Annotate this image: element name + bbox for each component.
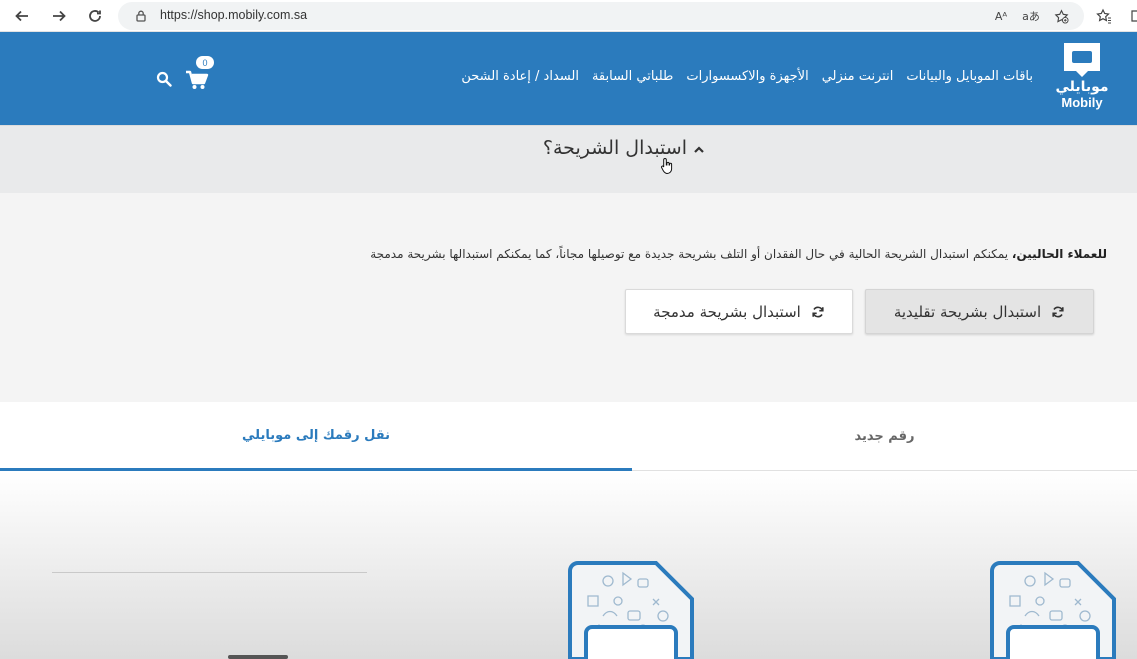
translate-icon[interactable]: aあ [1022,7,1040,25]
tab-port-number[interactable]: نقل رقمك إلى موبايلي [0,402,632,471]
divider [52,572,367,573]
sim-card-icon [568,561,694,659]
reload-button[interactable] [83,4,107,28]
sim-card-icon [990,561,1116,659]
refresh-icon [1052,306,1064,317]
browser-toolbar: https://shop.mobily.com.sa Aᴬ aあ [0,0,1137,32]
description-text: يمكنكم استبدال الشريحة الحالية في حال ال… [370,247,1012,261]
tab-content [0,471,1137,659]
add-favorite-icon[interactable] [1052,7,1070,25]
mobily-logo[interactable]: موبايلي Mobily [1055,40,1109,116]
extension-icon[interactable] [1126,5,1137,27]
replace-esim-label: استبدال بشريحة مدمجة [653,302,801,321]
address-bar[interactable]: https://shop.mobily.com.sa Aᴬ aあ [118,2,1084,30]
arrow-right-icon [53,10,66,22]
number-tabs: رقم جديد نقل رقمك إلى موبايلي [0,402,1137,471]
nav-item-mobile-plans[interactable]: باقات الموبايل والبيانات [906,69,1033,84]
cart-icon[interactable] [185,70,209,90]
site-header: موبايلي Mobily باقات الموبايل والبيانات … [0,32,1137,125]
cart-count-badge: 0 [196,56,214,69]
hand-cursor-icon [660,157,673,174]
arrow-left-icon [15,10,28,22]
url-text: https://shop.mobily.com.sa [160,8,308,22]
replace-physical-sim-label: استبدال بشريحة تقليدية [893,302,1042,321]
nav-item-payment-recharge[interactable]: السداد / إعادة الشحن [461,69,579,84]
mobily-logo-icon [1064,43,1100,77]
chevron-up-icon [694,146,704,153]
logo-english-text: Mobily [1061,95,1103,110]
favorites-icon [1096,8,1111,24]
lock-icon [136,10,146,22]
tab-new-number[interactable]: رقم جديد [632,402,1137,471]
replace-physical-sim-button[interactable]: استبدال بشريحة تقليدية [865,289,1094,334]
truncated-heading [228,655,288,659]
main-nav: باقات الموبايل والبيانات انترنت منزلي ال… [461,69,1033,84]
logo-arabic-text: موبايلي [1055,79,1109,95]
sim-replacement-description: للعملاء الحاليين، يمكنكم استبدال الشريحة… [370,247,1107,261]
forward-button[interactable] [47,4,71,28]
nav-item-past-orders[interactable]: طلباتي السابقة [592,69,673,84]
search-icon[interactable] [156,71,172,87]
accordion-title: استبدال الشريحة؟ [542,137,687,159]
existing-customers-label: للعملاء الحاليين، [1011,247,1107,261]
reload-icon [89,10,101,22]
replace-esim-button[interactable]: استبدال بشريحة مدمجة [625,289,853,334]
back-button[interactable] [10,4,34,28]
nav-item-home-internet[interactable]: انترنت منزلي [822,69,894,84]
reader-mode-icon[interactable]: Aᴬ [992,7,1010,25]
favorites-button[interactable] [1093,5,1115,27]
sim-replacement-accordion-body: للعملاء الحاليين، يمكنكم استبدال الشريحة… [0,193,1137,402]
refresh-icon [812,306,824,317]
sim-replacement-accordion-header[interactable]: استبدال الشريحة؟ [0,125,1137,193]
nav-item-devices[interactable]: الأجهزة والاكسسوارات [686,69,808,84]
